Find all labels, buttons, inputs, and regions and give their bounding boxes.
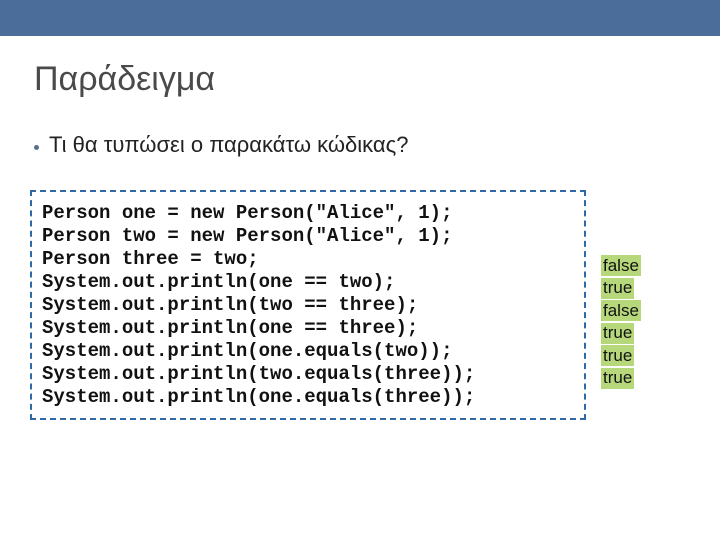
- top-accent-bar: [0, 0, 720, 36]
- code-line: Person one = new Person("Alice", 1);: [42, 202, 578, 225]
- bullet-dot-icon: [34, 145, 39, 150]
- code-line: System.out.println(one == three);: [42, 317, 578, 340]
- code-line: System.out.println(two == three);: [42, 294, 578, 317]
- output-label: true: [601, 345, 634, 366]
- output-label: false: [601, 300, 641, 321]
- code-line: System.out.println(one.equals(two));: [42, 340, 578, 363]
- output-label: false: [601, 255, 641, 276]
- slide-title: Παράδειγμα: [34, 60, 215, 99]
- output-labels: false true false true true true: [601, 255, 641, 390]
- code-line: System.out.println(one.equals(three));: [42, 386, 578, 409]
- bullet-line: Τι θα τυπώσει ο παρακάτω κώδικας?: [34, 132, 408, 158]
- bullet-text: Τι θα τυπώσει ο παρακάτω κώδικας?: [49, 132, 408, 158]
- code-block: Person one = new Person("Alice", 1); Per…: [30, 190, 586, 420]
- output-label: true: [601, 323, 634, 344]
- code-line: Person two = new Person("Alice", 1);: [42, 225, 578, 248]
- output-label: true: [601, 368, 634, 389]
- code-line: Person three = two;: [42, 248, 578, 271]
- code-line: System.out.println(two.equals(three));: [42, 363, 578, 386]
- output-label: true: [601, 278, 634, 299]
- code-line: System.out.println(one == two);: [42, 271, 578, 294]
